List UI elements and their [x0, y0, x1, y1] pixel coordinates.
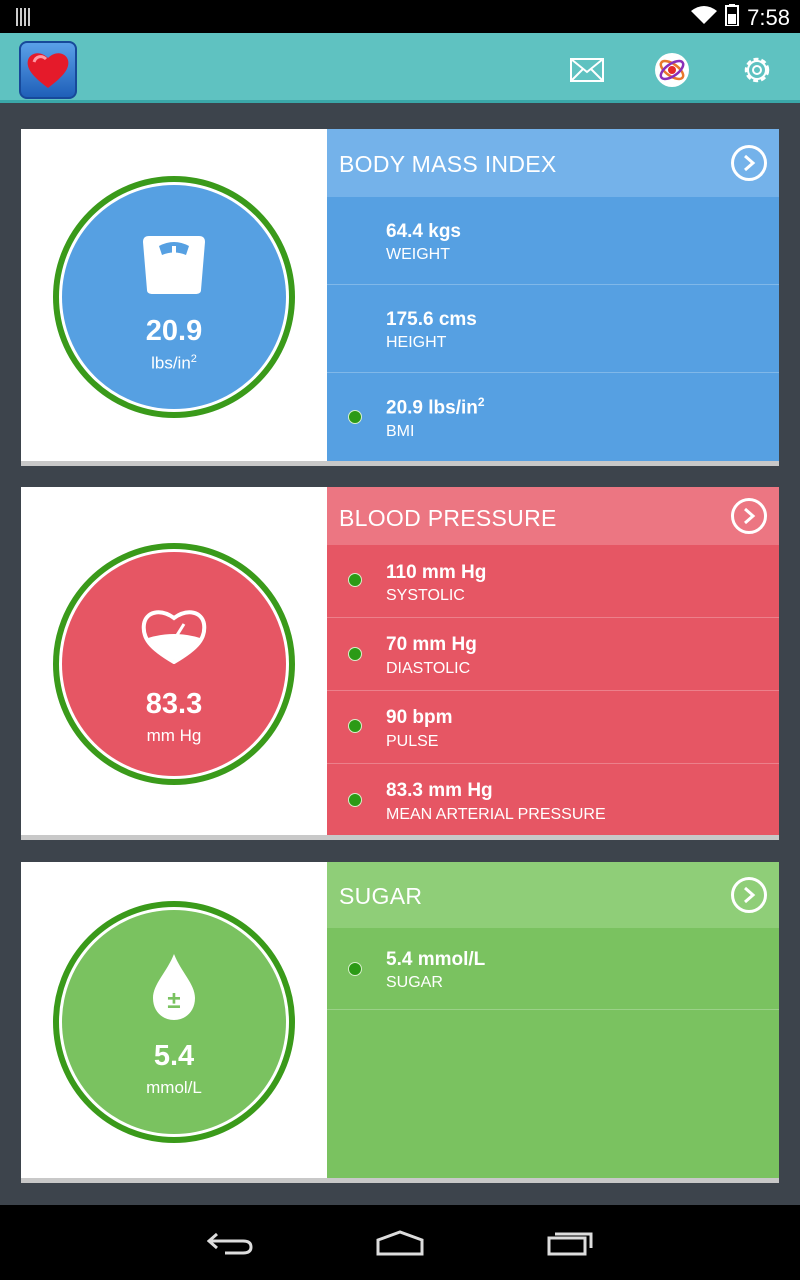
diastolic-value: 70 mm Hg — [386, 634, 477, 655]
bmi-header[interactable]: BODY MASS INDEX — [327, 129, 779, 197]
weight-value: 64.4 kgs — [386, 221, 461, 242]
status-dot — [348, 647, 362, 661]
sugar-details: SUGAR 5.4 mmol/L SUGAR — [327, 862, 779, 1178]
map-label: MEAN ARTERIAL PRESSURE — [386, 806, 606, 823]
pulse-value: 90 bpm — [386, 707, 453, 728]
bp-row-diastolic[interactable]: 70 mm Hg DIASTOLIC — [327, 618, 779, 691]
height-value: 175.6 cms — [386, 309, 477, 330]
heart-app-icon[interactable] — [19, 41, 77, 99]
heart-gauge-icon — [140, 608, 208, 669]
bp-gauge-panel: 83.3 mm Hg — [21, 487, 327, 835]
recents-icon[interactable] — [540, 1225, 600, 1261]
wifi-icon — [691, 5, 718, 30]
mail-icon[interactable] — [568, 51, 606, 89]
systolic-label: SYSTOLIC — [386, 587, 465, 604]
bmi-row-bmi[interactable]: 20.9 lbs/in2 BMI — [327, 373, 779, 461]
bmi-gauge-panel: 20.9 lbs/in2 — [21, 129, 327, 461]
sugar-row[interactable]: 5.4 mmol/L SUGAR — [327, 928, 779, 1010]
home-icon[interactable] — [370, 1225, 430, 1261]
sugar-label: SUGAR — [386, 974, 443, 991]
sugar-title: SUGAR — [339, 883, 423, 909]
bmi-label: BMI — [386, 423, 415, 440]
bp-gauge-value: 83.3 — [145, 688, 203, 720]
bmi-gauge-unit: lbs/in2 — [151, 353, 197, 373]
bp-details: BLOOD PRESSURE 110 mm Hg SYSTOLIC 70 mm … — [327, 487, 779, 835]
chevron-right-icon[interactable] — [731, 877, 767, 913]
status-dot — [348, 573, 362, 587]
height-label: HEIGHT — [386, 334, 447, 351]
notification-bars-icon — [16, 8, 32, 31]
status-dot — [348, 793, 362, 807]
drop-icon: ± — [149, 952, 199, 1027]
bp-row-pulse[interactable]: 90 bpm PULSE — [327, 691, 779, 764]
bp-gauge-unit: mm Hg — [146, 726, 202, 745]
pulse-label: PULSE — [386, 733, 439, 750]
status-bar: 7:58 — [0, 0, 800, 33]
bp-header[interactable]: BLOOD PRESSURE — [327, 487, 779, 545]
sugar-header[interactable]: SUGAR — [327, 862, 779, 928]
bp-row-map[interactable]: 83.3 mm Hg MEAN ARTERIAL PRESSURE — [327, 764, 779, 835]
bmi-row-height[interactable]: 175.6 cms HEIGHT — [327, 285, 779, 373]
back-icon[interactable] — [200, 1225, 260, 1261]
bmi-title: BODY MASS INDEX — [339, 151, 557, 177]
clock-time: 7:58 — [747, 4, 790, 30]
status-dot — [348, 962, 362, 976]
bmi-gauge-ring: 20.9 lbs/in2 — [53, 176, 295, 418]
chevron-right-icon[interactable] — [731, 498, 767, 534]
bmi-gauge-value: 20.9 — [145, 315, 203, 347]
sugar-gauge-ring: ± 5.4 mmol/L — [53, 901, 295, 1143]
sugar-gauge-panel: ± 5.4 mmol/L — [21, 862, 327, 1178]
bp-gauge: 83.3 mm Hg — [62, 552, 286, 776]
app-bar — [0, 33, 800, 103]
scale-icon — [141, 236, 207, 299]
sugar-gauge: ± 5.4 mmol/L — [62, 910, 286, 1134]
blood-pressure-card: 83.3 mm Hg BLOOD PRESSURE 110 mm Hg SYST… — [21, 487, 779, 840]
navigation-bar — [0, 1205, 800, 1280]
battery-icon — [725, 4, 740, 31]
status-dot — [348, 410, 362, 424]
bmi-gauge: 20.9 lbs/in2 — [62, 185, 286, 409]
bp-title: BLOOD PRESSURE — [339, 505, 557, 531]
sugar-gauge-unit: mmol/L — [146, 1078, 202, 1097]
systolic-value: 110 mm Hg — [386, 562, 487, 583]
bp-row-systolic[interactable]: 110 mm Hg SYSTOLIC — [327, 545, 779, 618]
bmi-row-weight[interactable]: 64.4 kgs WEIGHT — [327, 197, 779, 285]
bp-gauge-ring: 83.3 mm Hg — [53, 543, 295, 785]
sugar-card: ± 5.4 mmol/L SUGAR 5.4 mmol/L SUGAR — [21, 862, 779, 1183]
bmi-value: 20.9 lbs/in2 — [386, 395, 485, 419]
status-dot — [348, 719, 362, 733]
diastolic-label: DIASTOLIC — [386, 660, 471, 677]
chevron-right-icon[interactable] — [731, 145, 767, 181]
weight-label: WEIGHT — [386, 246, 450, 263]
sugar-gauge-value: 5.4 — [153, 1040, 195, 1072]
atom-badge-icon[interactable] — [653, 51, 691, 89]
sugar-value: 5.4 mmol/L — [386, 949, 486, 970]
svg-text:±: ± — [167, 987, 180, 1014]
bmi-card: 20.9 lbs/in2 BODY MASS INDEX 64.4 kgs WE… — [21, 129, 779, 466]
bmi-details: BODY MASS INDEX 64.4 kgs WEIGHT 175.6 cm… — [327, 129, 779, 461]
map-value: 83.3 mm Hg — [386, 780, 493, 801]
gear-icon[interactable] — [738, 51, 776, 89]
